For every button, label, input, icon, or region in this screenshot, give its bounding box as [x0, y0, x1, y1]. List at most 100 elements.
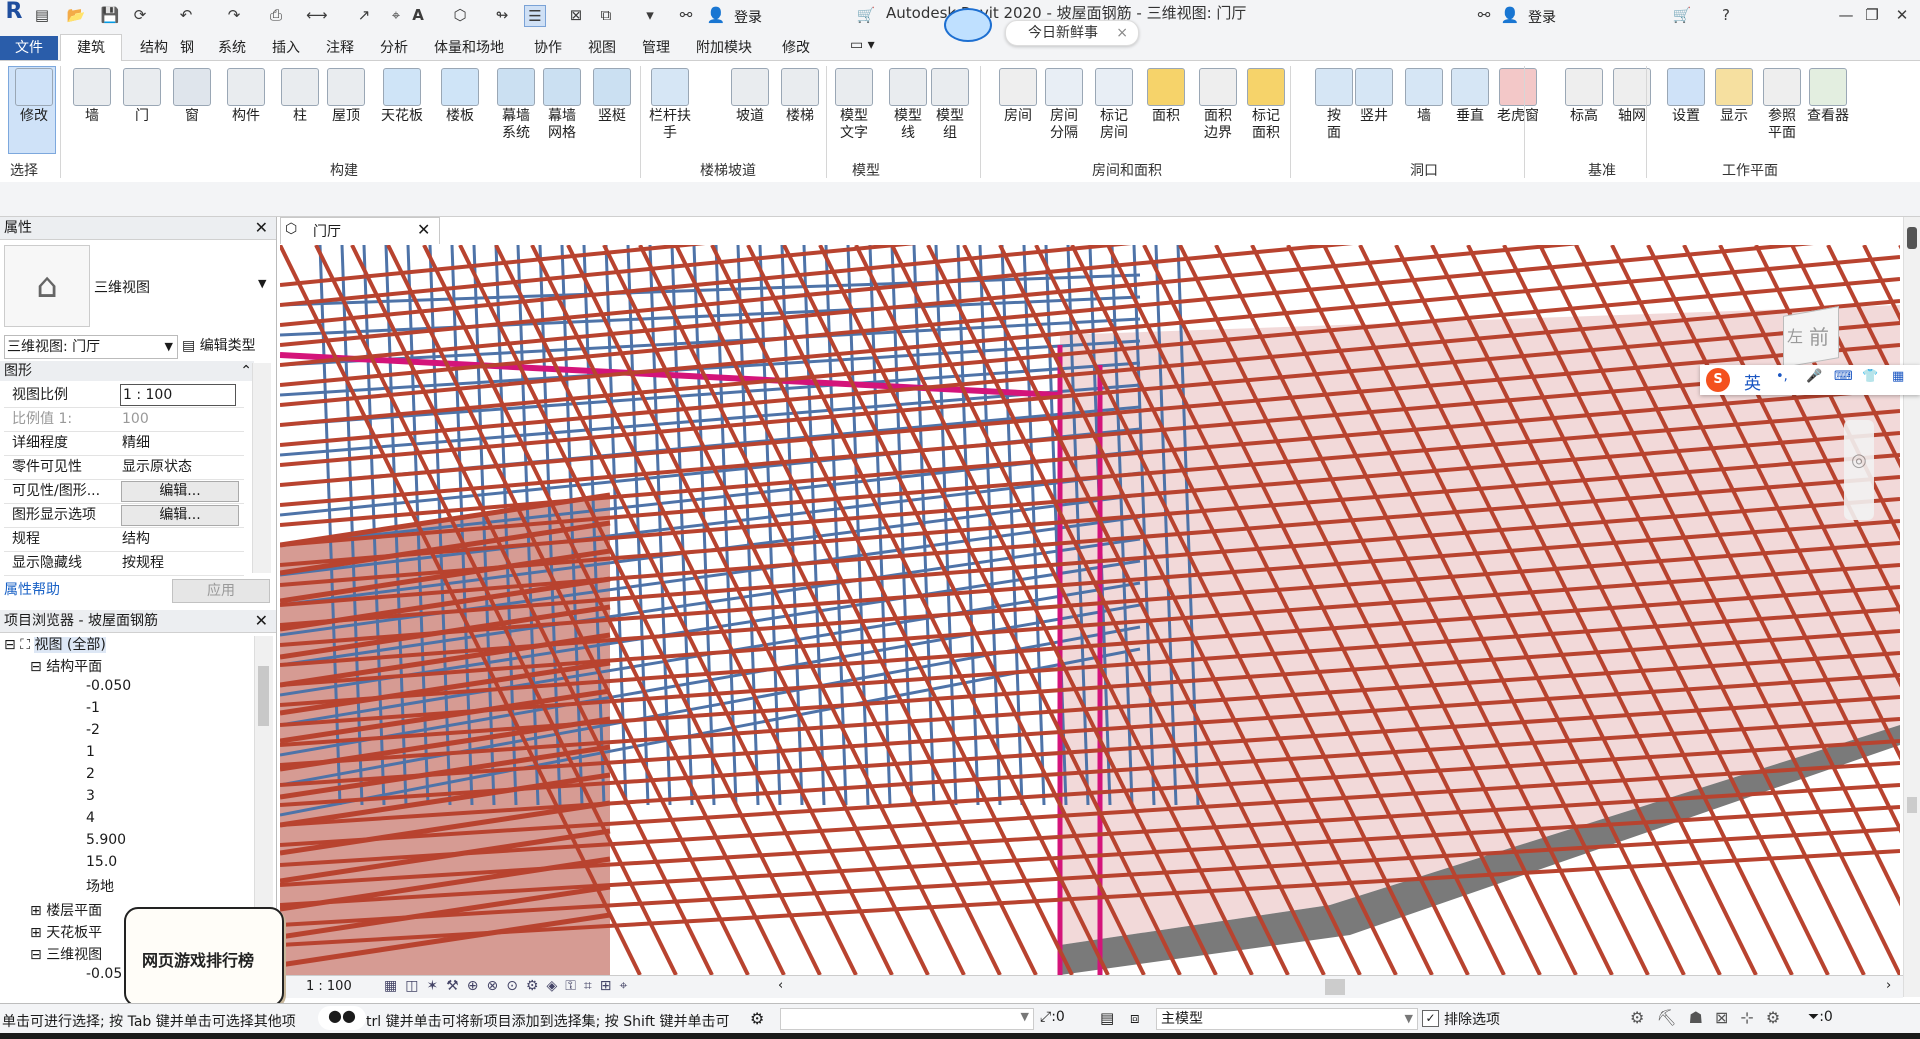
- ribbon-button-shaft[interactable]: 竖井: [1350, 68, 1398, 125]
- minimize-icon[interactable]: —: [1836, 5, 1856, 25]
- scroll-left-icon[interactable]: ‹: [778, 978, 783, 993]
- scroll-thumb[interactable]: [1907, 227, 1917, 249]
- tab-collaborate[interactable]: 协作: [534, 37, 562, 57]
- cart-icon[interactable]: 🛒: [856, 5, 876, 25]
- ribbon-button-curtain-grid[interactable]: 幕墙 网格: [538, 68, 586, 142]
- model-icon[interactable]: ⧈: [1130, 1009, 1140, 1027]
- property-row[interactable]: 比例值 1: 100: [4, 407, 244, 432]
- ribbon-button-ceiling[interactable]: 天花板: [378, 68, 426, 125]
- tree-level-item[interactable]: 4: [86, 810, 95, 826]
- ribbon-group-label[interactable]: 选择: [10, 160, 38, 180]
- apply-button[interactable]: 应用: [172, 579, 270, 603]
- skin-icon[interactable]: 👕: [1862, 369, 1878, 384]
- login-left[interactable]: 登录: [734, 7, 762, 27]
- ribbon-button-cursor[interactable]: 修改: [10, 68, 58, 125]
- property-row[interactable]: 图形显示选项 编辑...: [4, 503, 244, 528]
- properties-help-link[interactable]: 属性帮助: [4, 579, 60, 599]
- close-icon[interactable]: ✕: [255, 217, 268, 239]
- section-icon[interactable]: ↬: [492, 5, 512, 25]
- collapse-icon[interactable]: ⊟: [30, 947, 42, 963]
- ribbon-button-tag-room[interactable]: 标记 房间: [1090, 68, 1138, 142]
- view-tab[interactable]: ⬡ 门厅 ✕: [280, 217, 440, 244]
- property-row[interactable]: 可见性/图形... 编辑...: [4, 479, 244, 504]
- ribbon-button-area[interactable]: 面积: [1142, 68, 1190, 125]
- design-options-icon[interactable]: ▤: [1100, 1009, 1114, 1027]
- tree-level-item[interactable]: -2: [86, 722, 100, 738]
- tree-3d-views[interactable]: ⊟ 三维视图: [30, 944, 102, 964]
- scroll-thumb[interactable]: [258, 666, 269, 726]
- tree-level-item[interactable]: 1: [86, 744, 95, 760]
- ribbon-button-tag-area[interactable]: 标记 面积: [1242, 68, 1290, 142]
- tab-view[interactable]: 视图: [588, 37, 616, 57]
- ribbon-button-level[interactable]: 标高: [1560, 68, 1608, 125]
- mascot-icon[interactable]: [944, 8, 992, 42]
- ribbon-button-vertical[interactable]: 垂直: [1446, 68, 1494, 125]
- ribbon-options-icon[interactable]: ▭ ▾: [850, 37, 875, 53]
- workset-dropdown[interactable]: ▼: [780, 1008, 1034, 1030]
- navigation-bar[interactable]: ◎: [1844, 420, 1874, 520]
- expand-icon[interactable]: ⊞: [30, 903, 42, 919]
- ribbon-button-mullion[interactable]: 竖梃: [588, 68, 636, 125]
- tree-level-item[interactable]: 2: [86, 766, 95, 782]
- tree-structural-plans[interactable]: ⊟ 结构平面: [30, 656, 102, 676]
- revit-logo-icon[interactable]: R: [4, 1, 24, 23]
- scroll-right-icon[interactable]: ›: [1886, 978, 1891, 993]
- tree-ceiling-plans[interactable]: ⊞ 天花板平: [30, 922, 102, 942]
- ribbon-button-grid[interactable]: 轴网: [1608, 68, 1656, 125]
- measure-icon[interactable]: ⟷: [306, 5, 328, 25]
- edit-type-button[interactable]: ▤ 编辑类型: [182, 335, 256, 357]
- ribbon-button-wall[interactable]: 墙: [68, 68, 116, 125]
- nav-cube-front[interactable]: 前: [1809, 321, 1829, 350]
- nav-cube[interactable]: 左 前: [1775, 305, 1841, 368]
- help-icon[interactable]: ?: [1716, 5, 1736, 25]
- section-graphics[interactable]: 图形 ⌃: [0, 361, 254, 381]
- apps-icon[interactable]: ▦: [1892, 369, 1904, 384]
- sogou-icon[interactable]: S: [1706, 368, 1730, 392]
- view-selector[interactable]: 三维视图: 门厅 ▼: [4, 335, 178, 359]
- user-icon[interactable]: 👤: [1500, 5, 1520, 25]
- open-icon[interactable]: 📂: [66, 5, 86, 25]
- collapse-icon[interactable]: ⊟: [30, 659, 42, 675]
- tree-floor-plans[interactable]: ⊞ 楼层平面: [30, 900, 102, 920]
- app-menu-icon[interactable]: ▤: [32, 5, 52, 25]
- tab-annotate[interactable]: 注释: [326, 37, 354, 57]
- thin-lines-icon[interactable]: ☰: [524, 5, 546, 27]
- dimension-icon[interactable]: ↗: [354, 5, 374, 25]
- collapse-icon[interactable]: ⌃: [240, 361, 252, 381]
- tree-level-item[interactable]: 5.900: [86, 832, 126, 848]
- tree-level-item[interactable]: -0.050: [86, 678, 131, 694]
- model-dropdown[interactable]: 主模型 ▼: [1156, 1008, 1418, 1030]
- properties-scrollbar[interactable]: [252, 363, 271, 573]
- punctuation-icon[interactable]: •,: [1776, 369, 1788, 384]
- news-pill[interactable]: 今日新鲜事 ×: [1005, 20, 1139, 46]
- type-name[interactable]: 三维视图: [94, 277, 150, 297]
- scroll-thumb-lower[interactable]: [1907, 797, 1917, 813]
- ribbon-button-stair[interactable]: 楼梯: [776, 68, 824, 125]
- ribbon-button-model-line[interactable]: 模型 线: [884, 68, 932, 142]
- ribbon-button-roof[interactable]: 屋顶: [322, 68, 370, 125]
- ribbon-button-curtain-system[interactable]: 幕墙 系统: [492, 68, 540, 142]
- edit-button[interactable]: 编辑...: [121, 505, 239, 526]
- hscroll-thumb[interactable]: [1325, 979, 1345, 995]
- print-icon[interactable]: ⎙: [266, 5, 286, 25]
- close-icon[interactable]: ×: [1116, 21, 1128, 45]
- tab-steel[interactable]: 钢: [180, 37, 194, 57]
- ribbon-button-show[interactable]: 显示: [1710, 68, 1758, 125]
- tab-modify[interactable]: 修改: [782, 37, 810, 57]
- view-scrollbar[interactable]: [1903, 217, 1920, 997]
- ribbon-button-floor[interactable]: 楼板: [436, 68, 484, 125]
- filter-count[interactable]: ⏷:0: [1808, 1009, 1833, 1025]
- ad-text[interactable]: 网页游戏排行榜: [142, 947, 254, 971]
- ribbon-button-window[interactable]: 窗: [168, 68, 216, 125]
- tab-file[interactable]: 文件: [0, 36, 58, 60]
- tree-3d-item[interactable]: -0.05: [86, 966, 122, 982]
- tab-architecture[interactable]: 建筑: [60, 34, 122, 62]
- login-right[interactable]: 登录: [1528, 7, 1556, 27]
- worksets-icon[interactable]: ⚙: [750, 1009, 764, 1028]
- undo-icon[interactable]: ↶: [176, 5, 196, 25]
- close-icon[interactable]: ✕: [255, 610, 268, 632]
- view-scale[interactable]: 1 : 100: [306, 979, 352, 994]
- selection-filter-icons[interactable]: ⚙⛏☗⊠⊹⚙: [1630, 1008, 1792, 1027]
- close-icon[interactable]: ✕: [417, 220, 430, 239]
- tree-root[interactable]: ⊟ ⛶ 视图 (全部): [4, 634, 106, 654]
